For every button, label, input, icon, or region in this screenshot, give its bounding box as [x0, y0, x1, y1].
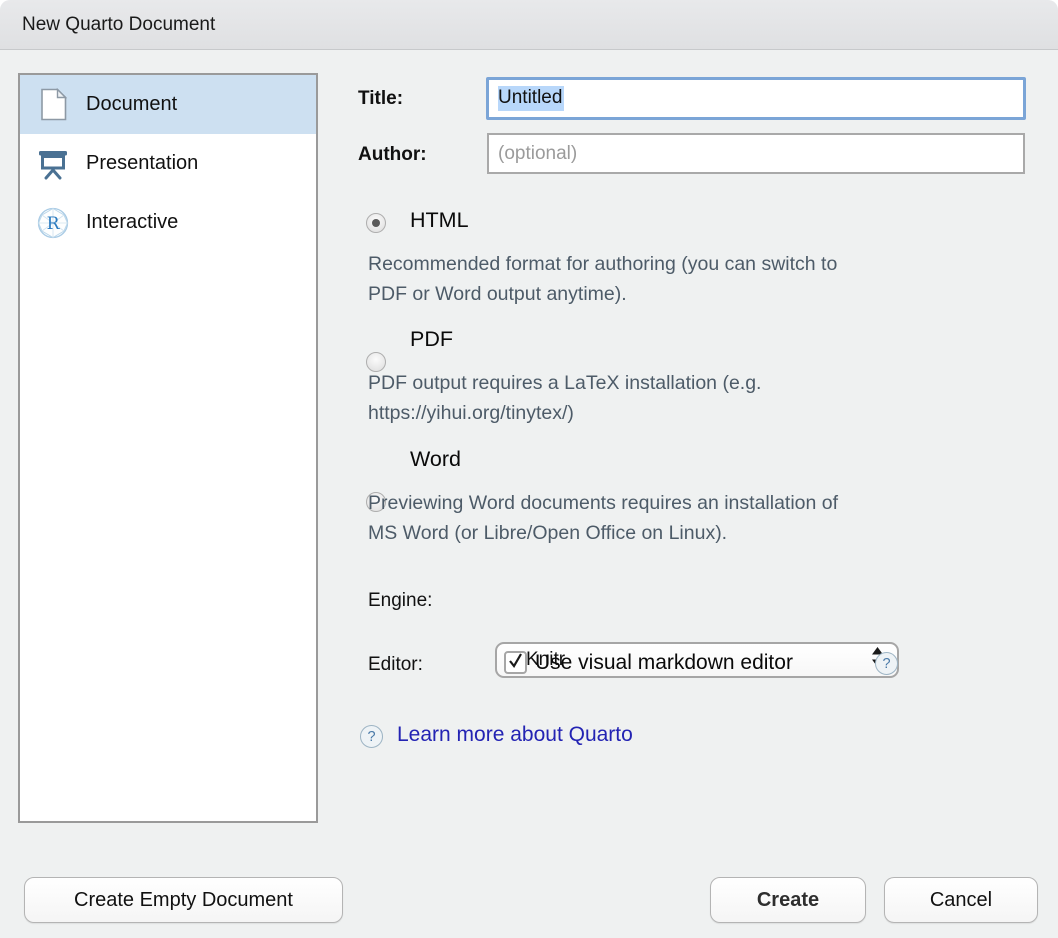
author-label: Author: [358, 144, 427, 166]
format-description-html: Recommended format for authoring (you ca… [368, 249, 1048, 309]
presentation-icon [37, 147, 69, 181]
sidebar-item-document[interactable]: Document [20, 75, 316, 134]
title-input-selected-text: Untitled [498, 86, 564, 111]
create-button[interactable]: Create [710, 877, 866, 923]
format-description-pdf: PDF output requires a LaTeX installation… [368, 368, 1048, 428]
format-description-word: Previewing Word documents requires an in… [368, 488, 1048, 548]
learn-more-help-icon[interactable]: ? [360, 725, 383, 748]
shiny-sphere-icon: R [37, 206, 69, 240]
sidebar-item-presentation[interactable]: Presentation [20, 134, 316, 193]
document-type-list: Document Presentation R [18, 73, 318, 823]
format-label-pdf[interactable]: PDF [410, 327, 453, 352]
format-radio-html[interactable] [366, 213, 386, 233]
learn-more-link[interactable]: Learn more about Quarto [397, 723, 633, 747]
format-label-word[interactable]: Word [410, 447, 461, 472]
sidebar-item-label: Document [86, 93, 177, 116]
svg-text:R: R [47, 214, 61, 234]
title-label: Title: [358, 88, 403, 110]
sidebar-item-label: Interactive [86, 211, 178, 234]
new-quarto-document-dialog: New Quarto Document Document [0, 0, 1058, 938]
author-input[interactable]: (optional) [487, 133, 1025, 174]
visual-editor-checkbox-label[interactable]: Use visual markdown editor [535, 651, 793, 675]
checkmark-icon [507, 652, 524, 674]
title-input[interactable]: Untitled [486, 77, 1026, 120]
create-empty-document-button[interactable]: Create Empty Document [24, 877, 343, 923]
document-icon [37, 88, 69, 122]
author-input-placeholder: (optional) [498, 143, 577, 165]
cancel-button[interactable]: Cancel [884, 877, 1038, 923]
engine-label: Engine: [368, 590, 432, 612]
visual-editor-checkbox[interactable] [504, 651, 527, 674]
sidebar-item-label: Presentation [86, 152, 198, 175]
dialog-title: New Quarto Document [0, 14, 215, 36]
format-label-html[interactable]: HTML [410, 208, 469, 233]
dialog-titlebar[interactable]: New Quarto Document [0, 0, 1058, 50]
editor-label: Editor: [368, 654, 423, 676]
visual-editor-help-icon[interactable]: ? [875, 652, 898, 675]
sidebar-item-interactive[interactable]: R Interactive [20, 193, 316, 252]
